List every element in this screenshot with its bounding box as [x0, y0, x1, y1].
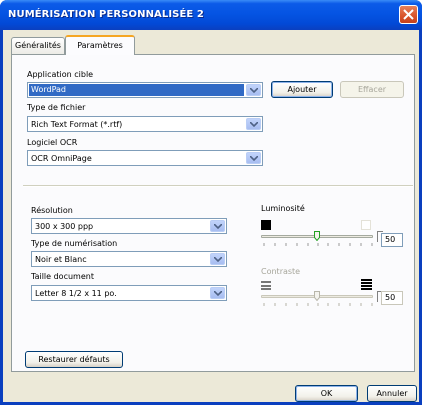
tab-parametres[interactable]: Paramètres — [65, 35, 135, 55]
close-button[interactable] — [399, 5, 418, 24]
restore-defaults-button[interactable]: Restaurer défauts — [25, 351, 123, 368]
chevron-down-icon[interactable] — [246, 84, 261, 96]
scan-type-value: Noir et Blanc — [35, 255, 87, 264]
doc-size-label: Taille document — [31, 272, 94, 281]
contrast-ticks — [263, 303, 373, 306]
tab-generalites[interactable]: Généralités — [11, 37, 65, 54]
target-app-select[interactable]: WordPad — [27, 82, 263, 98]
ok-button[interactable]: OK — [295, 385, 358, 402]
brightness-ticks — [263, 243, 373, 246]
file-type-value: Rich Text Format (*.rtf) — [31, 120, 123, 129]
chevron-down-icon[interactable] — [210, 253, 225, 265]
cancel-button[interactable]: Annuler — [367, 385, 417, 402]
ocr-label: Logiciel OCR — [27, 138, 78, 147]
black-square-icon — [261, 220, 271, 230]
chevron-down-icon[interactable] — [210, 220, 225, 232]
brightness-slider-thumb[interactable] — [314, 231, 320, 242]
doc-size-value: Letter 8 1/2 x 11 po. — [35, 289, 117, 298]
chevron-down-icon[interactable] — [210, 287, 225, 299]
doc-size-select[interactable]: Letter 8 1/2 x 11 po. — [31, 285, 227, 301]
contrast-high-icon — [361, 279, 372, 290]
add-button[interactable]: Ajouter — [271, 81, 333, 98]
chevron-down-icon[interactable] — [246, 118, 261, 130]
close-icon — [403, 9, 414, 20]
ocr-select[interactable]: OCR OmniPage — [27, 150, 263, 166]
file-type-select[interactable]: Rich Text Format (*.rtf) — [27, 116, 263, 132]
resolution-label: Résolution — [31, 206, 73, 215]
brightness-value[interactable]: 50 — [381, 233, 403, 247]
ocr-value: OCR OmniPage — [31, 154, 92, 163]
window-title: NUMÉRISATION PERSONNALISÉE 2 — [8, 9, 204, 20]
target-app-label: Application cible — [27, 70, 94, 79]
title-bar: NUMÉRISATION PERSONNALISÉE 2 — [0, 0, 422, 30]
white-square-icon — [361, 220, 371, 230]
scan-type-label: Type de numérisation — [31, 239, 118, 248]
contrast-low-icon — [261, 281, 271, 290]
chevron-down-icon[interactable] — [246, 152, 261, 164]
target-app-value: WordPad — [29, 84, 244, 96]
section-divider — [23, 185, 413, 187]
resolution-select[interactable]: 300 x 300 ppp — [31, 218, 227, 234]
contrast-label: Contraste — [261, 267, 301, 276]
contrast-slider-thumb[interactable] — [314, 291, 320, 302]
file-type-label: Type de fichier — [27, 103, 86, 112]
resolution-value: 300 x 300 ppp — [35, 222, 94, 231]
scan-type-select[interactable]: Noir et Blanc — [31, 251, 227, 267]
delete-button[interactable]: Effacer — [340, 81, 404, 98]
brightness-label: Luminosité — [261, 204, 305, 213]
contrast-value[interactable]: 50 — [381, 291, 403, 305]
dialog-window: NUMÉRISATION PERSONNALISÉE 2 Généralités… — [0, 0, 422, 405]
